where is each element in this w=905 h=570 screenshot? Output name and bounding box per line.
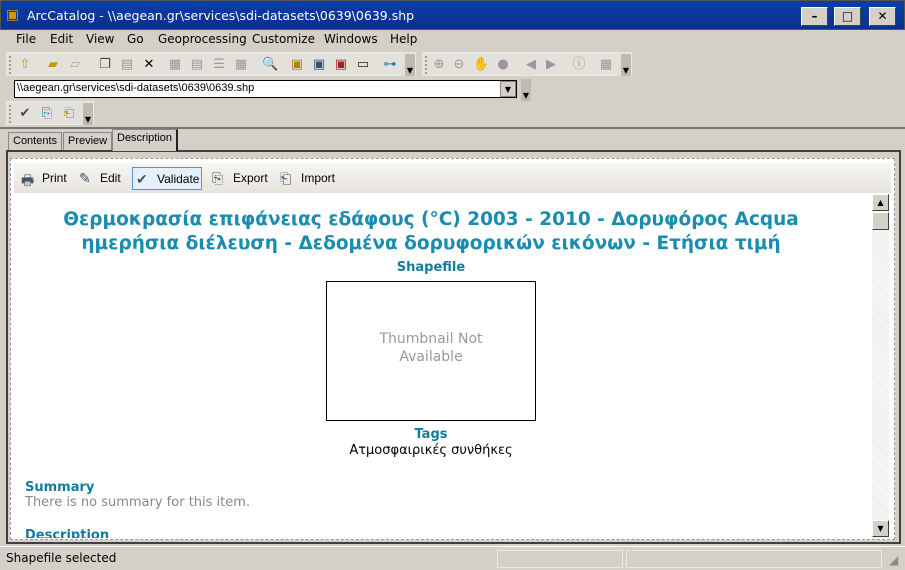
menu-go[interactable]: Go [127,32,144,46]
pan-icon[interactable]: ✋ [473,57,489,73]
validate-icon: ✔ [136,171,148,187]
menu-bar: File Edit View Go Geoprocessing Customiz… [0,30,905,48]
status-pane [497,550,623,568]
description-toolbar: 🖶 Print ✎ Edit ✔ Validate ⎘ Export ⎗ Import [14,163,891,193]
tab-contents[interactable]: Contents [8,132,63,150]
status-pane [626,550,882,568]
zoom-out-icon[interactable]: ⊖ [451,57,467,73]
tab-preview[interactable]: Preview [63,132,113,150]
export-metadata-icon[interactable]: ⎘ [39,106,55,122]
menu-customize[interactable]: Customize [252,32,315,46]
list-icon[interactable]: ▤ [189,57,205,73]
model-builder-icon[interactable]: ⊶ [382,57,398,73]
location-dropdown-arrow[interactable]: ▼ [500,81,516,97]
item-title-line2: ημερήσια διέλευση - Δεδομένα δορυφορικών… [81,233,781,254]
toolbar-options-chevron[interactable]: ▼ [83,103,93,125]
menu-view[interactable]: View [86,32,114,46]
connect-folder-icon[interactable]: ▰ [45,57,61,73]
validate-label: Validate [157,172,200,186]
close-button[interactable]: ✕ [869,7,896,26]
metadata-content: Θερμοκρασία επιφάνειας εδάφους (°C) 2003… [14,194,872,538]
maximize-button[interactable]: □ [834,7,861,26]
summary-text: There is no summary for this item. [25,495,251,510]
validate-metadata-icon[interactable]: ✔ [17,106,33,122]
item-title-line1: Θερμοκρασία επιφάνειας εδάφους (°C) 2003… [63,209,799,230]
import-label: Import [301,171,336,185]
geography-toolbar: ⊕ ⊖ ✋ ● ◀ ▶ ⓘ ▦ ▼ [422,52,632,76]
print-label: Print [42,171,67,185]
import-metadata-icon[interactable]: ⎗ [61,106,77,122]
menu-geoprocessing[interactable]: Geoprocessing [158,32,247,46]
import-icon: ⎗ [280,170,292,186]
vertical-scrollbar[interactable]: ▲ ▼ [872,194,889,538]
menu-help[interactable]: Help [390,32,417,46]
menu-file[interactable]: File [16,32,36,46]
scroll-up-arrow[interactable]: ▲ [872,194,889,211]
search-icon[interactable]: 🔍 [262,57,278,73]
scroll-down-arrow[interactable]: ▼ [872,520,889,537]
scroll-thumb[interactable] [872,212,889,230]
thumbnail-text: Thumbnail Not Available [379,331,483,365]
print-button[interactable]: 🖶 Print [18,167,71,190]
toolbar-options-chevron[interactable]: ▼ [405,54,415,76]
disconnect-folder-icon[interactable]: ▱ [67,57,83,73]
toolbar-grip[interactable] [425,56,428,74]
resize-grip[interactable]: ◢ [889,553,898,567]
back-icon[interactable]: ◀ [523,57,539,73]
thumbnails-icon[interactable]: ▦ [233,57,249,73]
details-icon[interactable]: ☰ [211,57,227,73]
minimize-button[interactable]: – [801,7,828,26]
edit-icon: ✎ [79,170,91,186]
standard-toolbar: ⇧ ▰ ▱ ❐ ▤ ✕ ▦ ▤ ☰ ▦ 🔍 ▣ ▣ ▣ ▭ ⊶ ▼ [6,52,416,76]
zoom-in-icon[interactable]: ⊕ [431,57,447,73]
menu-edit[interactable]: Edit [50,32,73,46]
location-input[interactable]: \\aegean.gr\services\sdi-datasets\0639\0… [14,80,517,98]
up-folder-icon[interactable]: ⇧ [17,57,33,73]
item-type: Shapefile [396,260,466,275]
title-bar: ▣ ArcCatalog - \\aegean.gr\services\sdi-… [0,0,905,30]
full-extent-icon[interactable]: ● [495,57,511,73]
delete-icon[interactable]: ✕ [141,57,157,73]
menu-windows[interactable]: Windows [324,32,378,46]
toolbar-grip[interactable] [9,56,12,74]
tags-label: Tags [414,427,448,442]
export-icon: ⎘ [212,170,224,186]
paste-icon[interactable]: ▤ [119,57,135,73]
toolbar-grip[interactable] [9,105,12,123]
edit-button[interactable]: ✎ Edit [76,167,125,190]
edit-label: Edit [100,171,121,185]
description-label: Description [25,528,110,538]
tags-value: Ατμοσφαιρικές συνθήκες [349,443,513,458]
export-label: Export [233,171,268,185]
tab-description[interactable]: Description [112,129,179,151]
python-window-icon[interactable]: ▭ [355,57,371,73]
copy-icon[interactable]: ❐ [97,57,113,73]
summary-label: Summary [25,480,95,495]
status-bar: Shapefile selected ◢ [0,546,905,570]
forward-icon[interactable]: ▶ [543,57,559,73]
thumbnail: Thumbnail Not Available [326,281,536,421]
import-button[interactable]: ⎗ Import [277,167,339,190]
catalog-tree-icon[interactable]: ▣ [289,57,305,73]
arccatalog-icon: ▣ [6,7,20,23]
arctoolbox-window-icon[interactable]: ▣ [311,57,327,73]
toolbar-options-chevron[interactable]: ▼ [621,54,631,76]
window-title: ArcCatalog - \\aegean.gr\services\sdi-da… [27,8,415,23]
export-button[interactable]: ⎘ Export [209,167,272,190]
toolbar-options-chevron[interactable]: ▼ [521,79,531,101]
status-text: Shapefile selected [6,551,117,565]
identify-icon[interactable]: ⓘ [571,57,587,73]
printer-icon: 🖶 [21,172,35,188]
validate-button[interactable]: ✔ Validate [132,167,202,190]
large-icons-icon[interactable]: ▦ [167,57,183,73]
create-thumbnail-icon[interactable]: ▦ [598,57,614,73]
toolbox-icon[interactable]: ▣ [333,57,349,73]
metadata-toolbar: ✔ ⎘ ⎗ ▼ [6,101,94,125]
